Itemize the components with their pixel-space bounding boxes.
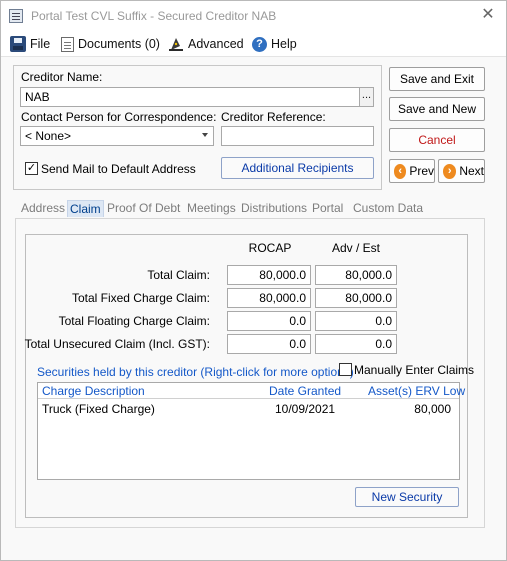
rocap-column-header: ROCAP xyxy=(248,241,292,255)
document-icon xyxy=(61,36,74,52)
asset-erv-low-cell: 80,000 xyxy=(414,402,451,416)
floating-charge-rocap-field[interactable]: 0.0 xyxy=(227,311,311,331)
creditor-browse-button[interactable]: ... xyxy=(359,87,374,107)
next-button-label: Next xyxy=(459,164,484,178)
creditor-name-field[interactable]: NAB xyxy=(20,87,360,107)
next-button[interactable]: › Next xyxy=(438,159,485,183)
app-icon xyxy=(9,9,23,23)
tab-address[interactable]: Address xyxy=(19,200,67,216)
title-bar: Portal Test CVL Suffix - Secured Credito… xyxy=(1,1,506,31)
cancel-button[interactable]: Cancel xyxy=(389,128,485,152)
tab-claim[interactable]: Claim xyxy=(67,200,104,217)
securities-grid-header: Charge Description Date Granted Asset(s)… xyxy=(38,383,465,399)
charge-description-cell: Truck (Fixed Charge) xyxy=(42,402,155,416)
send-mail-checkbox[interactable]: ✓ xyxy=(25,162,38,175)
unsecured-rocap-field[interactable]: 0.0 xyxy=(227,334,311,354)
table-row[interactable]: Truck (Fixed Charge) 10/09/2021 80,000 xyxy=(38,401,459,419)
total-claim-rocap-field[interactable]: 80,000.0 xyxy=(227,265,311,285)
manually-enter-claims-checkbox[interactable] xyxy=(339,363,352,376)
tab-custom-data[interactable]: Custom Data xyxy=(351,200,425,216)
manually-enter-claims-label: Manually Enter Claims xyxy=(354,363,475,377)
chevron-down-icon xyxy=(202,133,208,137)
new-security-button[interactable]: New Security xyxy=(355,487,459,507)
securities-grid[interactable]: Charge Description Date Granted Asset(s)… xyxy=(37,382,465,480)
additional-recipients-button[interactable]: Additional Recipients xyxy=(221,157,374,179)
floating-charge-adv-est-field[interactable]: 0.0 xyxy=(315,311,397,331)
date-granted-cell: 10/09/2021 xyxy=(275,402,336,416)
creditor-reference-label: Creditor Reference: xyxy=(221,110,326,124)
creditor-name-label: Creditor Name: xyxy=(21,70,103,84)
contact-person-label: Contact Person for Correspondence: xyxy=(21,110,217,124)
secured-creditor-window: Portal Test CVL Suffix - Secured Credito… xyxy=(0,0,507,561)
documents-menu-label: Documents (0) xyxy=(78,37,160,51)
unsecured-adv-est-field[interactable]: 0.0 xyxy=(315,334,397,354)
file-menu-label: File xyxy=(30,37,51,51)
documents-menu[interactable]: Documents (0) xyxy=(61,34,160,54)
toolbar: File Documents (0) Advanced ? Help xyxy=(1,31,506,57)
total-claim-label: Total Claim: xyxy=(147,268,210,282)
window-title: Portal Test CVL Suffix - Secured Credito… xyxy=(31,9,277,23)
securities-held-label: Securities held by this creditor (Right-… xyxy=(37,365,354,379)
tab-distributions[interactable]: Distributions xyxy=(239,200,309,216)
prev-button-label: Prev xyxy=(409,164,434,178)
help-menu[interactable]: ? Help xyxy=(252,34,297,54)
tab-meetings[interactable]: Meetings xyxy=(185,200,238,216)
save-and-exit-button[interactable]: Save and Exit xyxy=(389,67,485,91)
file-menu[interactable]: File xyxy=(10,34,50,54)
tab-portal[interactable]: Portal xyxy=(310,200,345,216)
date-granted-header[interactable]: Date Granted xyxy=(269,384,341,398)
next-arrow-icon: › xyxy=(443,163,457,179)
file-icon xyxy=(10,36,26,52)
send-mail-label: Send Mail to Default Address xyxy=(41,162,196,176)
help-icon: ? xyxy=(252,36,267,52)
wizard-hat-icon xyxy=(168,36,184,52)
fixed-charge-adv-est-field[interactable]: 80,000.0 xyxy=(315,288,397,308)
advanced-menu-label: Advanced xyxy=(188,37,244,51)
contact-person-select[interactable]: < None> xyxy=(20,126,214,146)
adv-est-column-header: Adv / Est xyxy=(331,241,381,255)
asset-erv-low-header[interactable]: Asset(s) ERV Low xyxy=(368,384,465,398)
close-button[interactable]: ✕ xyxy=(480,6,496,24)
charge-description-header[interactable]: Charge Description xyxy=(42,384,145,398)
total-claim-adv-est-field[interactable]: 80,000.0 xyxy=(315,265,397,285)
prev-button[interactable]: ‹ Prev xyxy=(389,159,435,183)
contact-person-value: < None> xyxy=(25,129,72,143)
fixed-charge-rocap-field[interactable]: 80,000.0 xyxy=(227,288,311,308)
unsecured-claim-label: Total Unsecured Claim (Incl. GST): xyxy=(24,337,210,351)
fixed-charge-claim-label: Total Fixed Charge Claim: xyxy=(71,291,210,305)
advanced-menu[interactable]: Advanced xyxy=(168,34,244,54)
creditor-reference-field[interactable] xyxy=(221,126,374,146)
save-and-new-button[interactable]: Save and New xyxy=(389,97,485,121)
tab-proof-of-debt[interactable]: Proof Of Debt xyxy=(105,200,182,216)
floating-charge-claim-label: Total Floating Charge Claim: xyxy=(58,314,210,328)
prev-arrow-icon: ‹ xyxy=(394,163,407,179)
help-menu-label: Help xyxy=(271,37,297,51)
